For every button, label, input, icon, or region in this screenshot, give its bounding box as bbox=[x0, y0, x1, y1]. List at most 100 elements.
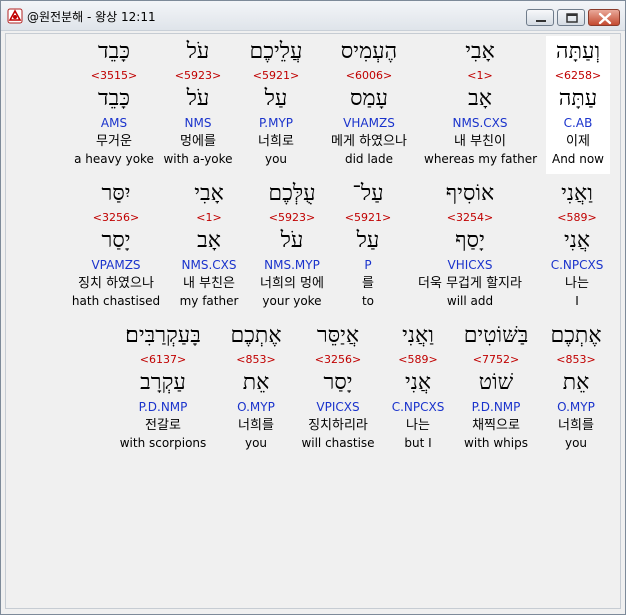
parsing-code: P bbox=[364, 258, 372, 272]
word-cell[interactable]: עֲלֵיכֶם <5921> עַל P.MYP 너희로 you bbox=[238, 36, 314, 174]
hebrew-lemma: יָסַף bbox=[455, 228, 485, 253]
strong-number[interactable]: <589> bbox=[544, 211, 610, 225]
hebrew-lemma: אָב bbox=[468, 86, 492, 111]
window-title: @원전분해 - 왕상 12:11 bbox=[27, 10, 156, 24]
maximize-button[interactable] bbox=[557, 9, 585, 26]
minimize-icon bbox=[536, 20, 546, 22]
strong-number[interactable]: <853> bbox=[220, 353, 292, 367]
strong-number[interactable]: <5923> bbox=[160, 69, 236, 83]
parsing-code: VHICXS bbox=[447, 258, 493, 272]
word-cell[interactable]: עֻלְּכֶם <5923> עֹל NMS.MYP 너희의 멍에 your … bbox=[250, 178, 334, 316]
hebrew-word: יִסַּר bbox=[101, 181, 131, 206]
parsing-code: P.D.NMP bbox=[471, 400, 521, 414]
strong-number[interactable]: <589> bbox=[384, 353, 452, 367]
strong-number[interactable]: <3515> bbox=[70, 69, 158, 83]
hebrew-lemma: אֵת bbox=[562, 370, 590, 395]
minimize-button[interactable] bbox=[526, 9, 554, 26]
strong-number[interactable]: <5921> bbox=[338, 211, 398, 225]
hebrew-lemma: עַל bbox=[264, 86, 288, 111]
hebrew-lemma: עָמַס bbox=[349, 86, 388, 111]
korean-gloss: 멍에를 bbox=[180, 134, 216, 149]
title-bar[interactable]: @원전분해 - 왕상 12:11 bbox=[1, 1, 625, 31]
hebrew-word: בָּעַקְרַבִּים׃ bbox=[125, 323, 201, 348]
korean-gloss: 징치 하였으나 bbox=[78, 276, 154, 291]
word-cell[interactable]: אֲיַסֵּר <3256> יָסַר VPICXS 징치하리라 will … bbox=[296, 320, 380, 458]
strong-number[interactable]: <3256> bbox=[296, 353, 380, 367]
strong-number[interactable]: <6006> bbox=[318, 69, 420, 83]
word-cell[interactable]: וַאֲנִי <589> אֲנִי C.NPCXS 나는 I bbox=[544, 178, 610, 316]
word-cell[interactable]: כָּבֵד <3515> כָּבֵד AMS 무거운 a heavy yok… bbox=[70, 36, 158, 174]
word-cell[interactable]: עַל־ <5921> עַל P 를 to bbox=[338, 178, 398, 316]
strong-number[interactable]: <1> bbox=[170, 211, 248, 225]
korean-gloss: 내 부친이 bbox=[454, 134, 506, 149]
hebrew-word: אֲיַסֵּר bbox=[316, 323, 360, 348]
strong-number[interactable]: <6258> bbox=[546, 69, 610, 83]
hebrew-lemma: יָסַר bbox=[101, 228, 131, 253]
parsing-code: VHAMZS bbox=[343, 116, 395, 130]
strong-number[interactable]: <7752> bbox=[456, 353, 536, 367]
hebrew-word: אֶתְכֶם bbox=[230, 323, 282, 348]
english-gloss: your yoke bbox=[262, 294, 322, 308]
hebrew-lemma: אֲנִי bbox=[404, 370, 432, 395]
word-cell[interactable]: יִסַּר <3256> יָסַר VPAMZS 징치 하였으나 hath … bbox=[66, 178, 166, 316]
word-cell[interactable]: עֹל <5923> עֹל NMS 멍에를 with a-yoke bbox=[160, 36, 236, 174]
parsing-code: AMS bbox=[100, 116, 128, 130]
hebrew-lemma: אֵת bbox=[242, 370, 270, 395]
word-cell[interactable]: בַּשּׁוֹטִים <7752> שׁוֹט P.D.NMP 채찍으로 w… bbox=[456, 320, 536, 458]
parsing-code: NMS bbox=[184, 116, 212, 130]
korean-gloss: 너희로 bbox=[258, 134, 294, 149]
maximize-icon bbox=[566, 13, 578, 23]
english-gloss: with scorpions bbox=[119, 436, 207, 450]
hebrew-lemma: כָּבֵד bbox=[98, 86, 130, 111]
hebrew-word: אוֹסִיף bbox=[445, 181, 495, 206]
hebrew-lemma: עַתָּה bbox=[558, 86, 598, 111]
parsing-code: VPICXS bbox=[316, 400, 360, 414]
close-button[interactable] bbox=[588, 9, 620, 26]
hebrew-lemma: עַקְרָב bbox=[140, 370, 186, 395]
strong-number[interactable]: <5923> bbox=[250, 211, 334, 225]
english-gloss: I bbox=[575, 294, 579, 308]
english-gloss: you bbox=[244, 436, 268, 450]
word-cell[interactable]: אֶתְכֶם <853> אֵת O.MYP 너희를 you bbox=[542, 320, 610, 458]
strong-number[interactable]: <5921> bbox=[238, 69, 314, 83]
english-gloss: hath chastised bbox=[71, 294, 161, 308]
english-gloss: but I bbox=[404, 436, 432, 450]
english-gloss: will add bbox=[446, 294, 494, 308]
hebrew-word: עַל־ bbox=[352, 181, 384, 206]
english-gloss: a heavy yoke bbox=[74, 152, 154, 166]
word-cell[interactable]: אֶתְכֶם <853> אֵת O.MYP 너희를 you bbox=[220, 320, 292, 458]
strong-number[interactable]: <3256> bbox=[66, 211, 166, 225]
parsing-code: C.AB bbox=[563, 116, 593, 130]
hebrew-word: עֹל bbox=[186, 39, 210, 64]
word-cell[interactable]: אוֹסִיף <3254> יָסַף VHICXS 더욱 무겁게 할지라 w… bbox=[402, 178, 538, 316]
strong-number[interactable]: <6137> bbox=[110, 353, 216, 367]
word-cell[interactable]: וַאֲנִי <589> אֲנִי C.NPCXS 나는 but I bbox=[384, 320, 452, 458]
hebrew-lemma: אֲנִי bbox=[563, 228, 591, 253]
strong-number[interactable]: <3254> bbox=[402, 211, 538, 225]
hebrew-word: בַּשּׁוֹטִים bbox=[463, 323, 529, 348]
korean-gloss: 이제 bbox=[566, 134, 590, 149]
close-icon bbox=[598, 12, 612, 25]
word-cell[interactable]: בָּעַקְרַבִּים׃ <6137> עַקְרָב P.D.NMP 전… bbox=[110, 320, 216, 458]
korean-gloss: 나는 bbox=[565, 276, 589, 291]
hebrew-lemma: אָב bbox=[197, 228, 221, 253]
word-cell[interactable]: הֶעְמִיס <6006> עָמַס VHAMZS 메게 하였으나 did… bbox=[318, 36, 420, 174]
hebrew-word: אֶתְכֶם bbox=[550, 323, 602, 348]
hebrew-lemma: עַל bbox=[356, 228, 380, 253]
parsing-code: NMS.CXS bbox=[181, 258, 237, 272]
hebrew-word: וַאֲנִי bbox=[561, 181, 593, 206]
hebrew-word: אָבִי bbox=[194, 181, 224, 206]
word-cell[interactable]: אָבִי <1> אָב NMS.CXS 내 부친은 my father bbox=[170, 178, 248, 316]
english-gloss: whereas my father bbox=[424, 152, 538, 166]
strong-number[interactable]: <853> bbox=[542, 353, 610, 367]
korean-gloss: 나는 bbox=[406, 418, 430, 433]
word-cell[interactable]: וְעַתָּה <6258> עַתָּה C.AB 이제 And now bbox=[546, 36, 610, 174]
english-gloss: did lade bbox=[344, 152, 394, 166]
korean-gloss: 내 부친은 bbox=[183, 276, 235, 291]
korean-gloss: 징치하리라 bbox=[308, 418, 368, 433]
parsing-code: C.NPCXS bbox=[550, 258, 604, 272]
hebrew-lemma: שׁוֹט bbox=[478, 370, 514, 395]
word-cell[interactable]: אָבִי <1> אָב NMS.CXS 내 부친이 whereas my f… bbox=[424, 36, 538, 174]
strong-number[interactable]: <1> bbox=[424, 69, 536, 83]
korean-gloss: 더욱 무겁게 할지라 bbox=[418, 276, 522, 291]
